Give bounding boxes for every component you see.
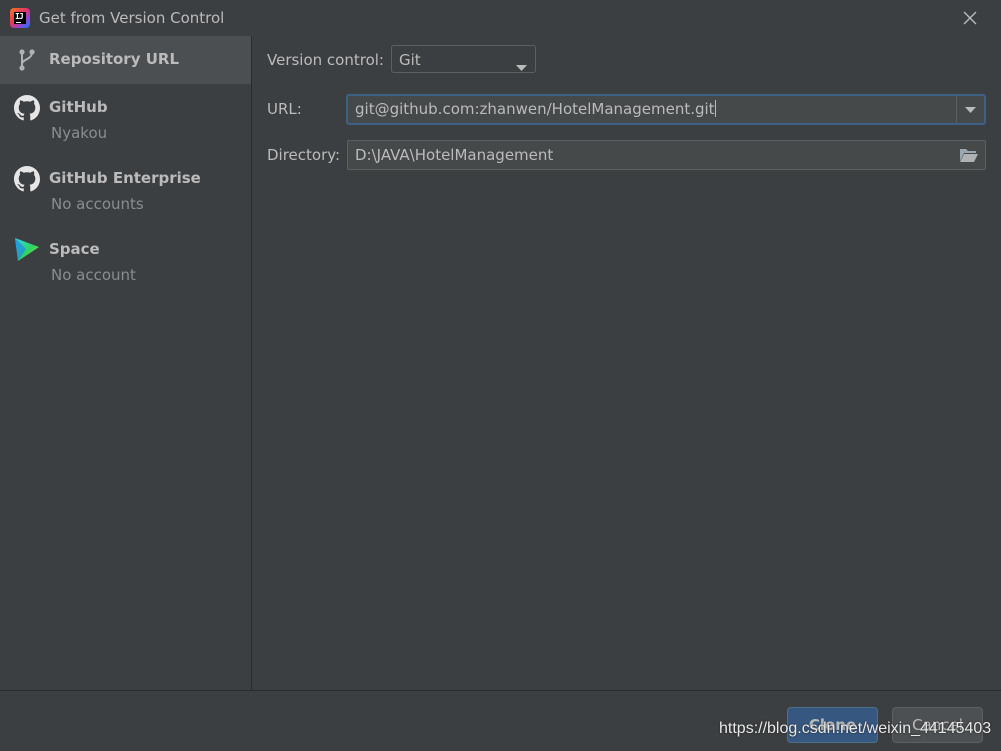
version-control-label: Version control: — [267, 51, 384, 69]
space-icon — [14, 236, 40, 262]
github-icon — [14, 95, 40, 121]
url-label: URL: — [267, 100, 302, 118]
sidebar-item-label: Repository URL — [49, 50, 179, 68]
github-icon — [14, 166, 40, 192]
directory-label: Directory: — [267, 146, 341, 164]
url-history-dropdown[interactable] — [956, 96, 984, 123]
close-icon[interactable] — [960, 8, 980, 28]
chevron-down-icon — [516, 57, 527, 75]
intellij-idea-icon: IJ — [10, 8, 30, 28]
folder-browse-icon[interactable] — [959, 147, 979, 163]
sidebar-item-label: GitHub Enterprise — [49, 169, 201, 187]
vcs-branch-icon — [14, 47, 40, 73]
version-control-value: Git — [399, 51, 421, 69]
url-value: git@github.com:zhanwen/HotelManagement.g… — [355, 100, 715, 118]
sidebar-item-repository-url[interactable]: Repository URL — [0, 36, 251, 84]
text-caret — [714, 100, 716, 117]
chevron-down-icon — [965, 107, 976, 113]
sidebar-item-github-enterprise[interactable]: GitHub Enterprise No accounts — [0, 165, 251, 221]
sidebar-item-account: Nyakou — [51, 124, 108, 142]
watermark-text: https://blog.csdn.net/weixin_44145403 — [719, 720, 992, 737]
url-input[interactable]: git@github.com:zhanwen/HotelManagement.g… — [346, 94, 986, 125]
directory-value: D:\JAVA\HotelManagement — [355, 146, 554, 164]
version-control-select[interactable]: Git — [391, 45, 536, 73]
main-panel — [252, 36, 1001, 690]
sidebar-item-account: No accounts — [51, 195, 144, 213]
directory-input[interactable]: D:\JAVA\HotelManagement — [347, 140, 986, 170]
window-title: Get from Version Control — [39, 9, 225, 27]
sidebar-item-space[interactable]: Space No account — [0, 236, 251, 292]
sidebar-item-label: GitHub — [49, 98, 108, 116]
sidebar-item-label: Space — [49, 240, 100, 258]
sidebar-item-github[interactable]: GitHub Nyakou — [0, 94, 251, 150]
sidebar-item-account: No account — [51, 266, 136, 284]
title-bar: IJ Get from Version Control — [0, 0, 1001, 36]
sidebar: Repository URL GitHub Nyakou GitHub Ente… — [0, 36, 252, 690]
